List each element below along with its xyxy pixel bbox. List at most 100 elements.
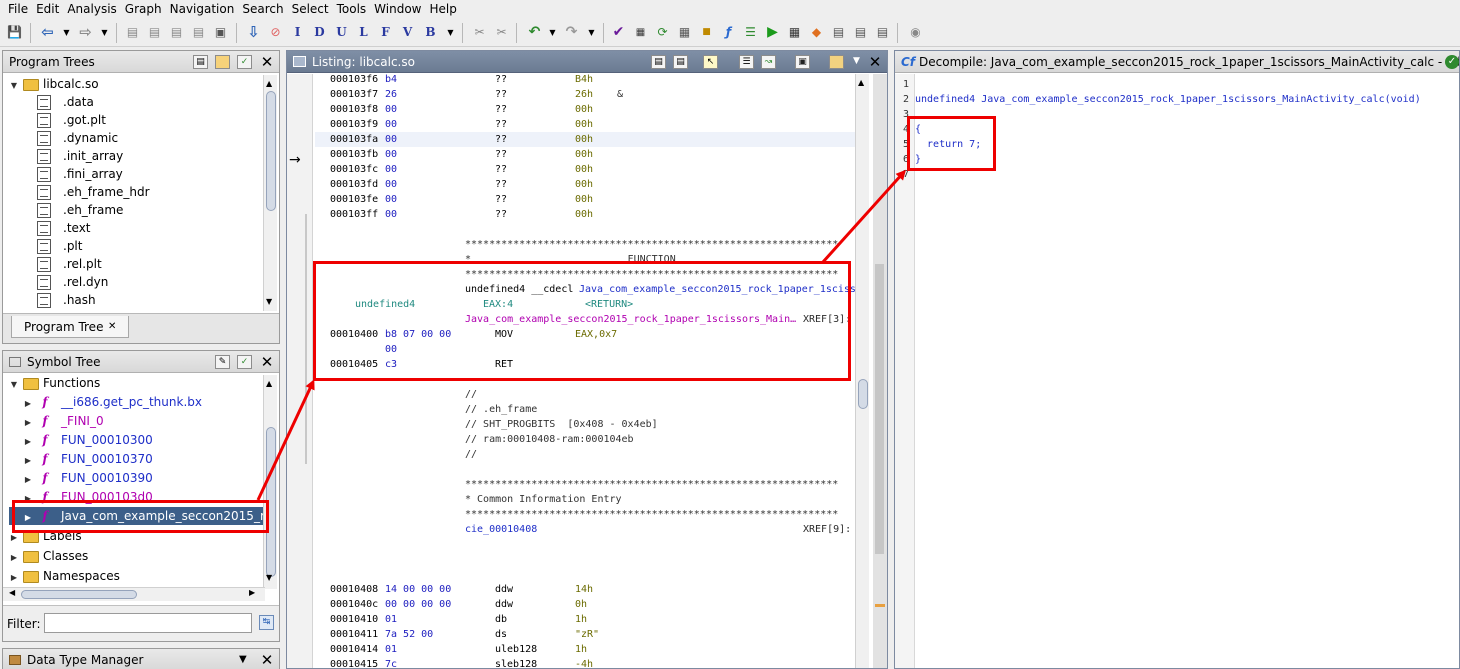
expand-icon[interactable]: ▶ xyxy=(23,452,33,470)
tree-root-libcalc[interactable]: ▼ libcalc.so xyxy=(9,75,99,93)
listing-row[interactable]: // .eh_frame xyxy=(315,402,855,417)
close-icon[interactable]: ✕ xyxy=(259,354,275,370)
toolbar-letter-l[interactable]: L xyxy=(356,25,371,40)
overview-bar[interactable] xyxy=(873,74,887,668)
hscroll-thumb[interactable] xyxy=(21,590,137,599)
listing-row[interactable]: 000103fa 00?? 00h xyxy=(315,132,855,147)
listing-row[interactable]: // SHT_PROGBITS [0x408 - 0x4eb] xyxy=(315,417,855,432)
listing-row[interactable]: 00010410 01 db 1h xyxy=(315,612,855,627)
listing-row[interactable]: 00010411 7a 52 00 ds "zR" xyxy=(315,627,855,642)
expand-icon[interactable]: ▶ xyxy=(9,569,19,587)
decompile-line[interactable]: 5 return 7; xyxy=(895,137,1455,152)
symbol-tree-scrollbar[interactable]: ▲ ▼ xyxy=(263,375,277,589)
listing-row[interactable]: 0001040c 00 00 00 00 ddw 0h xyxy=(315,597,855,612)
menu-edit[interactable]: Edit xyxy=(32,2,63,16)
export-icon[interactable]: ▤ xyxy=(875,25,890,40)
clear-code-icon[interactable]: ⊘ xyxy=(268,25,283,40)
listing-row[interactable]: * FUNCTION xyxy=(315,252,855,267)
snapshot-icon[interactable]: ▣ xyxy=(795,55,810,69)
listing-row[interactable]: undefined4 EAX:4 <RETURN> xyxy=(315,297,855,312)
function-item[interactable]: ▶ f Java_com_example_seccon2015_ro xyxy=(9,507,272,525)
decompile-line[interactable]: 1 xyxy=(895,77,1455,92)
group-item-namespaces[interactable]: ▶ Namespaces xyxy=(9,567,120,585)
data-dropdown-icon[interactable]: ▼ xyxy=(443,25,458,40)
forward-arrow-icon[interactable]: ⇨ xyxy=(78,25,93,40)
group-item-classes[interactable]: ▶ Classes xyxy=(9,547,88,565)
listing-row[interactable]: 000103fc 00?? 00h xyxy=(315,162,855,177)
menu-select[interactable]: Select xyxy=(288,2,333,16)
scroll-right-icon[interactable]: ▶ xyxy=(249,588,255,597)
decompile-line[interactable]: 3 xyxy=(895,107,1455,122)
decompile-line[interactable]: 6} xyxy=(895,152,1455,167)
listing-row[interactable]: 00 xyxy=(315,342,855,357)
listing-row[interactable]: 000103f8 00?? 00h xyxy=(315,102,855,117)
tree-item[interactable]: .data xyxy=(37,93,94,111)
document-icon[interactable]: ▤ xyxy=(853,25,868,40)
expand-icon[interactable]: ▶ xyxy=(23,433,33,451)
listing-row[interactable]: 000103fe 00?? 00h xyxy=(315,192,855,207)
options-dropdown-icon[interactable]: ▼ xyxy=(853,56,860,66)
listing-row[interactable]: 00010405 c3 RET xyxy=(315,357,855,372)
scroll-up-icon[interactable]: ▲ xyxy=(858,78,864,87)
refresh-tree-icon[interactable]: ✓ xyxy=(237,55,252,69)
copy-icon[interactable]: ▤ xyxy=(651,55,666,69)
menu-help[interactable]: Help xyxy=(426,2,461,16)
decompile-cf-icon[interactable]: ƒ xyxy=(721,25,736,40)
listing-code-view[interactable]: 000103f6 b4?? B4h 000103f7 26?? 26h & 000103f8 0… xyxy=(315,74,856,668)
tree-item[interactable]: .rel.dyn xyxy=(37,273,108,291)
tree-item[interactable]: .hash xyxy=(37,291,96,309)
tree-item[interactable]: .eh_frame xyxy=(37,201,123,219)
decompile-line[interactable]: 2 undefined4 Java_com_example_seccon2015_… xyxy=(895,92,1455,107)
close-icon[interactable]: ✕ xyxy=(259,652,275,668)
toolbar-letter-v[interactable]: V xyxy=(400,25,415,40)
function-item[interactable]: ▶ f __i686.get_pc_thunk.bx xyxy=(23,393,202,411)
scroll-up-icon[interactable]: ▲ xyxy=(266,379,272,388)
tree-item[interactable]: .dynamic xyxy=(37,129,118,147)
listing-row[interactable]: 000103fb 00?? 00h xyxy=(315,147,855,162)
redo-icon[interactable]: ↷ xyxy=(564,25,579,40)
scroll-thumb[interactable] xyxy=(858,379,868,409)
listing-row[interactable]: 000103f7 26?? 26h & xyxy=(315,87,855,102)
listing-row[interactable]: // xyxy=(315,447,855,462)
function-item[interactable]: ▶ f FUN_00010300 xyxy=(23,431,153,449)
toolbar-letter-i[interactable]: I xyxy=(290,25,305,40)
group-item-labels[interactable]: ▶ Labels xyxy=(9,527,82,545)
scroll-left-icon[interactable]: ◀ xyxy=(9,588,15,597)
expand-icon[interactable]: ▶ xyxy=(23,395,33,413)
paste-icon[interactable]: ▤ xyxy=(673,55,688,69)
expand-icon[interactable]: ▼ xyxy=(9,77,19,95)
menu-graph[interactable]: Graph xyxy=(121,2,166,16)
listing-row[interactable]: undefined4 __cdecl Java_com_example_secco… xyxy=(315,282,856,297)
diamond-icon[interactable]: ◆ xyxy=(809,25,824,40)
next-data-icon[interactable]: ▤ xyxy=(191,25,206,40)
cut-icon[interactable]: ✂ xyxy=(472,25,487,40)
paste-icon[interactable]: ✂ xyxy=(494,25,509,40)
table-icon[interactable]: ▤ xyxy=(831,25,846,40)
field-edit-icon[interactable]: ☰ xyxy=(739,55,754,69)
close-icon[interactable]: ✕ xyxy=(259,54,275,70)
symbol-tree-hscrollbar[interactable]: ◀ ▶ xyxy=(3,587,265,601)
tree-item[interactable]: .rel.plt xyxy=(37,255,102,273)
scroll-thumb[interactable] xyxy=(266,427,276,577)
expand-icon[interactable]: ▼ xyxy=(9,376,19,394)
bookmark-icon[interactable]: ▣ xyxy=(213,25,228,40)
back-dropdown-icon[interactable]: ▼ xyxy=(59,25,74,40)
decompile-code-view[interactable]: 1 2 undefined4 Java_com_example_seccon2015… xyxy=(895,77,1459,667)
tree-item[interactable]: .text xyxy=(37,219,91,237)
filter-options-icon[interactable]: ↹ xyxy=(259,615,274,630)
listing-row[interactable]: 00010415 7c sleb128 -4h xyxy=(315,657,855,668)
expand-icon[interactable]: ▶ xyxy=(9,529,19,547)
toolbar-letter-d[interactable]: D xyxy=(312,25,327,40)
function-item[interactable]: ▶ f FUN_00010390 xyxy=(23,469,153,487)
menu-analysis[interactable]: Analysis xyxy=(63,2,120,16)
listing-row[interactable]: ****************************************… xyxy=(315,507,855,522)
filter-input[interactable] xyxy=(44,613,252,633)
decompile-line[interactable]: 7 xyxy=(895,167,1455,182)
next-function-icon[interactable]: ▤ xyxy=(147,25,162,40)
refresh-decompile-icon[interactable]: ✓ xyxy=(1445,55,1459,69)
goto-down-arrow-icon[interactable]: ⇩ xyxy=(246,25,261,40)
grid-icon[interactable]: ▦ xyxy=(677,25,692,40)
tab-program-tree[interactable]: Program Tree ✕ xyxy=(11,316,129,338)
tree-item[interactable]: .plt xyxy=(37,237,82,255)
tree-item[interactable]: .got.plt xyxy=(37,111,106,129)
